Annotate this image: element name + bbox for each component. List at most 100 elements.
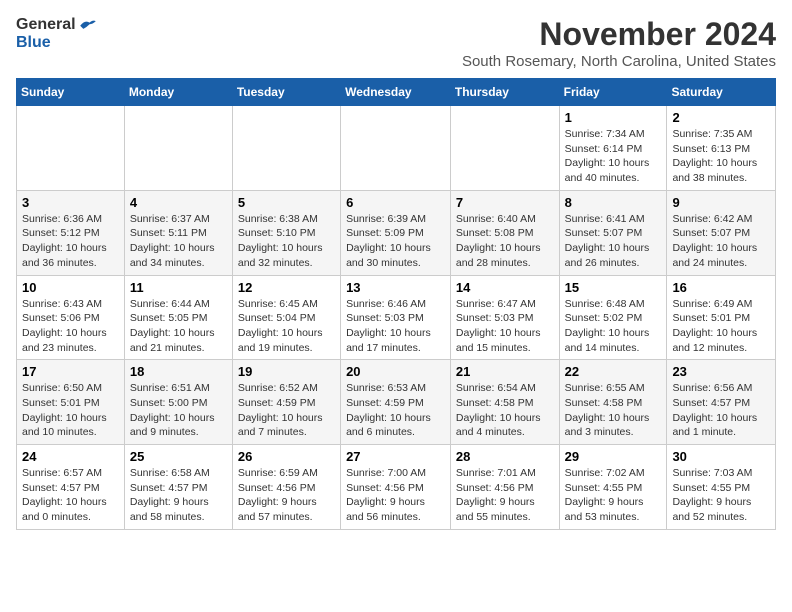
calendar-cell: 20 Sunrise: 6:53 AMSunset: 4:59 PMDayligh… [341,360,451,445]
calendar-week-row: 1 Sunrise: 7:34 AMSunset: 6:14 PMDaylight… [17,106,776,191]
day-info: Sunrise: 6:46 AMSunset: 5:03 PMDaylight:… [346,297,445,356]
day-number: 30 [672,449,770,464]
calendar-table: SundayMondayTuesdayWednesdayThursdayFrid… [16,78,776,530]
day-info: Sunrise: 7:00 AMSunset: 4:56 PMDaylight:… [346,466,445,525]
day-number: 8 [565,195,662,210]
calendar-cell [450,106,559,191]
day-number: 20 [346,364,445,379]
calendar-week-row: 17 Sunrise: 6:50 AMSunset: 5:01 PMDayligh… [17,360,776,445]
day-info: Sunrise: 6:38 AMSunset: 5:10 PMDaylight:… [238,212,335,271]
calendar-cell: 4Sunrise: 6:37 AMSunset: 5:11 PMDaylight… [124,190,232,275]
weekday-header-tuesday: Tuesday [232,79,340,106]
day-info: Sunrise: 6:49 AMSunset: 5:01 PMDaylight:… [672,297,770,356]
calendar-cell [232,106,340,191]
calendar-header-row: SundayMondayTuesdayWednesdayThursdayFrid… [17,79,776,106]
day-info: Sunrise: 7:03 AMSunset: 4:55 PMDaylight:… [672,466,770,525]
day-info: Sunrise: 7:02 AMSunset: 4:55 PMDaylight:… [565,466,662,525]
calendar-cell: 26 Sunrise: 6:59 AMSunset: 4:56 PMDayligh… [232,445,340,530]
day-info: Sunrise: 6:39 AMSunset: 5:09 PMDaylight:… [346,212,445,271]
calendar-cell: 7Sunrise: 6:40 AMSunset: 5:08 PMDaylight… [450,190,559,275]
month-title: November 2024 [462,16,776,53]
calendar-week-row: 10 Sunrise: 6:43 AMSunset: 5:06 PMDayligh… [17,275,776,360]
calendar-cell: 10 Sunrise: 6:43 AMSunset: 5:06 PMDayligh… [17,275,125,360]
day-info: Sunrise: 7:34 AMSunset: 6:14 PMDaylight:… [565,127,662,186]
day-info: Sunrise: 6:53 AMSunset: 4:59 PMDaylight:… [346,381,445,440]
location-title: South Rosemary, North Carolina, United S… [462,53,776,70]
day-number: 18 [130,364,227,379]
day-info: Sunrise: 6:52 AMSunset: 4:59 PMDaylight:… [238,381,335,440]
day-info: Sunrise: 6:56 AMSunset: 4:57 PMDaylight:… [672,381,770,440]
day-number: 5 [238,195,335,210]
day-info: Sunrise: 6:40 AMSunset: 5:08 PMDaylight:… [456,212,554,271]
day-info: Sunrise: 6:45 AMSunset: 5:04 PMDaylight:… [238,297,335,356]
day-info: Sunrise: 7:01 AMSunset: 4:56 PMDaylight:… [456,466,554,525]
day-info: Sunrise: 6:43 AMSunset: 5:06 PMDaylight:… [22,297,119,356]
day-number: 26 [238,449,335,464]
day-number: 19 [238,364,335,379]
weekday-header-sunday: Sunday [17,79,125,106]
calendar-cell: 6 Sunrise: 6:39 AMSunset: 5:09 PMDaylight… [341,190,451,275]
day-number: 17 [22,364,119,379]
day-number: 10 [22,280,119,295]
day-info: Sunrise: 6:48 AMSunset: 5:02 PMDaylight:… [565,297,662,356]
calendar-cell: 21Sunrise: 6:54 AMSunset: 4:58 PMDayligh… [450,360,559,445]
calendar-week-row: 24Sunrise: 6:57 AMSunset: 4:57 PMDayligh… [17,445,776,530]
calendar-cell: 17 Sunrise: 6:50 AMSunset: 5:01 PMDayligh… [17,360,125,445]
calendar-cell: 27Sunrise: 7:00 AMSunset: 4:56 PMDayligh… [341,445,451,530]
day-info: Sunrise: 6:50 AMSunset: 5:01 PMDaylight:… [22,381,119,440]
calendar-cell: 3Sunrise: 6:36 AMSunset: 5:12 PMDaylight… [17,190,125,275]
calendar-cell: 30 Sunrise: 7:03 AMSunset: 4:55 PMDayligh… [667,445,776,530]
day-number: 6 [346,195,445,210]
calendar-cell: 15Sunrise: 6:48 AMSunset: 5:02 PMDayligh… [559,275,667,360]
calendar-cell: 19 Sunrise: 6:52 AMSunset: 4:59 PMDayligh… [232,360,340,445]
day-number: 25 [130,449,227,464]
day-info: Sunrise: 6:51 AMSunset: 5:00 PMDaylight:… [130,381,227,440]
day-info: Sunrise: 6:47 AMSunset: 5:03 PMDaylight:… [456,297,554,356]
calendar-cell: 29 Sunrise: 7:02 AMSunset: 4:55 PMDayligh… [559,445,667,530]
logo-blue-text: Blue [16,34,51,52]
day-number: 1 [565,110,662,125]
weekday-header-saturday: Saturday [667,79,776,106]
day-info: Sunrise: 6:37 AMSunset: 5:11 PMDaylight:… [130,212,227,271]
day-number: 16 [672,280,770,295]
calendar-cell: 11 Sunrise: 6:44 AMSunset: 5:05 PMDayligh… [124,275,232,360]
day-number: 12 [238,280,335,295]
calendar-cell [124,106,232,191]
calendar-cell: 1 Sunrise: 7:34 AMSunset: 6:14 PMDaylight… [559,106,667,191]
day-number: 29 [565,449,662,464]
header: General Blue November 2024 South Rosemar… [16,16,776,70]
weekday-header-monday: Monday [124,79,232,106]
calendar-cell: 24Sunrise: 6:57 AMSunset: 4:57 PMDayligh… [17,445,125,530]
calendar-cell: 12 Sunrise: 6:45 AMSunset: 5:04 PMDayligh… [232,275,340,360]
day-info: Sunrise: 6:59 AMSunset: 4:56 PMDaylight:… [238,466,335,525]
day-number: 13 [346,280,445,295]
day-info: Sunrise: 6:44 AMSunset: 5:05 PMDaylight:… [130,297,227,356]
day-info: Sunrise: 6:57 AMSunset: 4:57 PMDaylight:… [22,466,119,525]
weekday-header-wednesday: Wednesday [341,79,451,106]
calendar-cell: 23Sunrise: 6:56 AMSunset: 4:57 PMDayligh… [667,360,776,445]
day-info: Sunrise: 6:55 AMSunset: 4:58 PMDaylight:… [565,381,662,440]
title-area: November 2024 South Rosemary, North Caro… [462,16,776,70]
calendar-cell: 28 Sunrise: 7:01 AMSunset: 4:56 PMDayligh… [450,445,559,530]
day-info: Sunrise: 6:58 AMSunset: 4:57 PMDaylight:… [130,466,227,525]
logo-general-text: General [16,16,76,34]
calendar-cell [17,106,125,191]
calendar-cell [341,106,451,191]
calendar-cell: 22 Sunrise: 6:55 AMSunset: 4:58 PMDayligh… [559,360,667,445]
day-info: Sunrise: 6:42 AMSunset: 5:07 PMDaylight:… [672,212,770,271]
day-number: 28 [456,449,554,464]
calendar-cell: 25 Sunrise: 6:58 AMSunset: 4:57 PMDayligh… [124,445,232,530]
calendar-cell: 2Sunrise: 7:35 AMSunset: 6:13 PMDaylight… [667,106,776,191]
day-number: 3 [22,195,119,210]
day-info: Sunrise: 6:41 AMSunset: 5:07 PMDaylight:… [565,212,662,271]
calendar-cell: 9Sunrise: 6:42 AMSunset: 5:07 PMDaylight… [667,190,776,275]
day-number: 22 [565,364,662,379]
day-number: 11 [130,280,227,295]
calendar-cell: 5 Sunrise: 6:38 AMSunset: 5:10 PMDaylight… [232,190,340,275]
weekday-header-thursday: Thursday [450,79,559,106]
day-info: Sunrise: 6:54 AMSunset: 4:58 PMDaylight:… [456,381,554,440]
logo: General Blue [16,16,98,51]
weekday-header-friday: Friday [559,79,667,106]
calendar-cell: 14Sunrise: 6:47 AMSunset: 5:03 PMDayligh… [450,275,559,360]
day-info: Sunrise: 7:35 AMSunset: 6:13 PMDaylight:… [672,127,770,186]
